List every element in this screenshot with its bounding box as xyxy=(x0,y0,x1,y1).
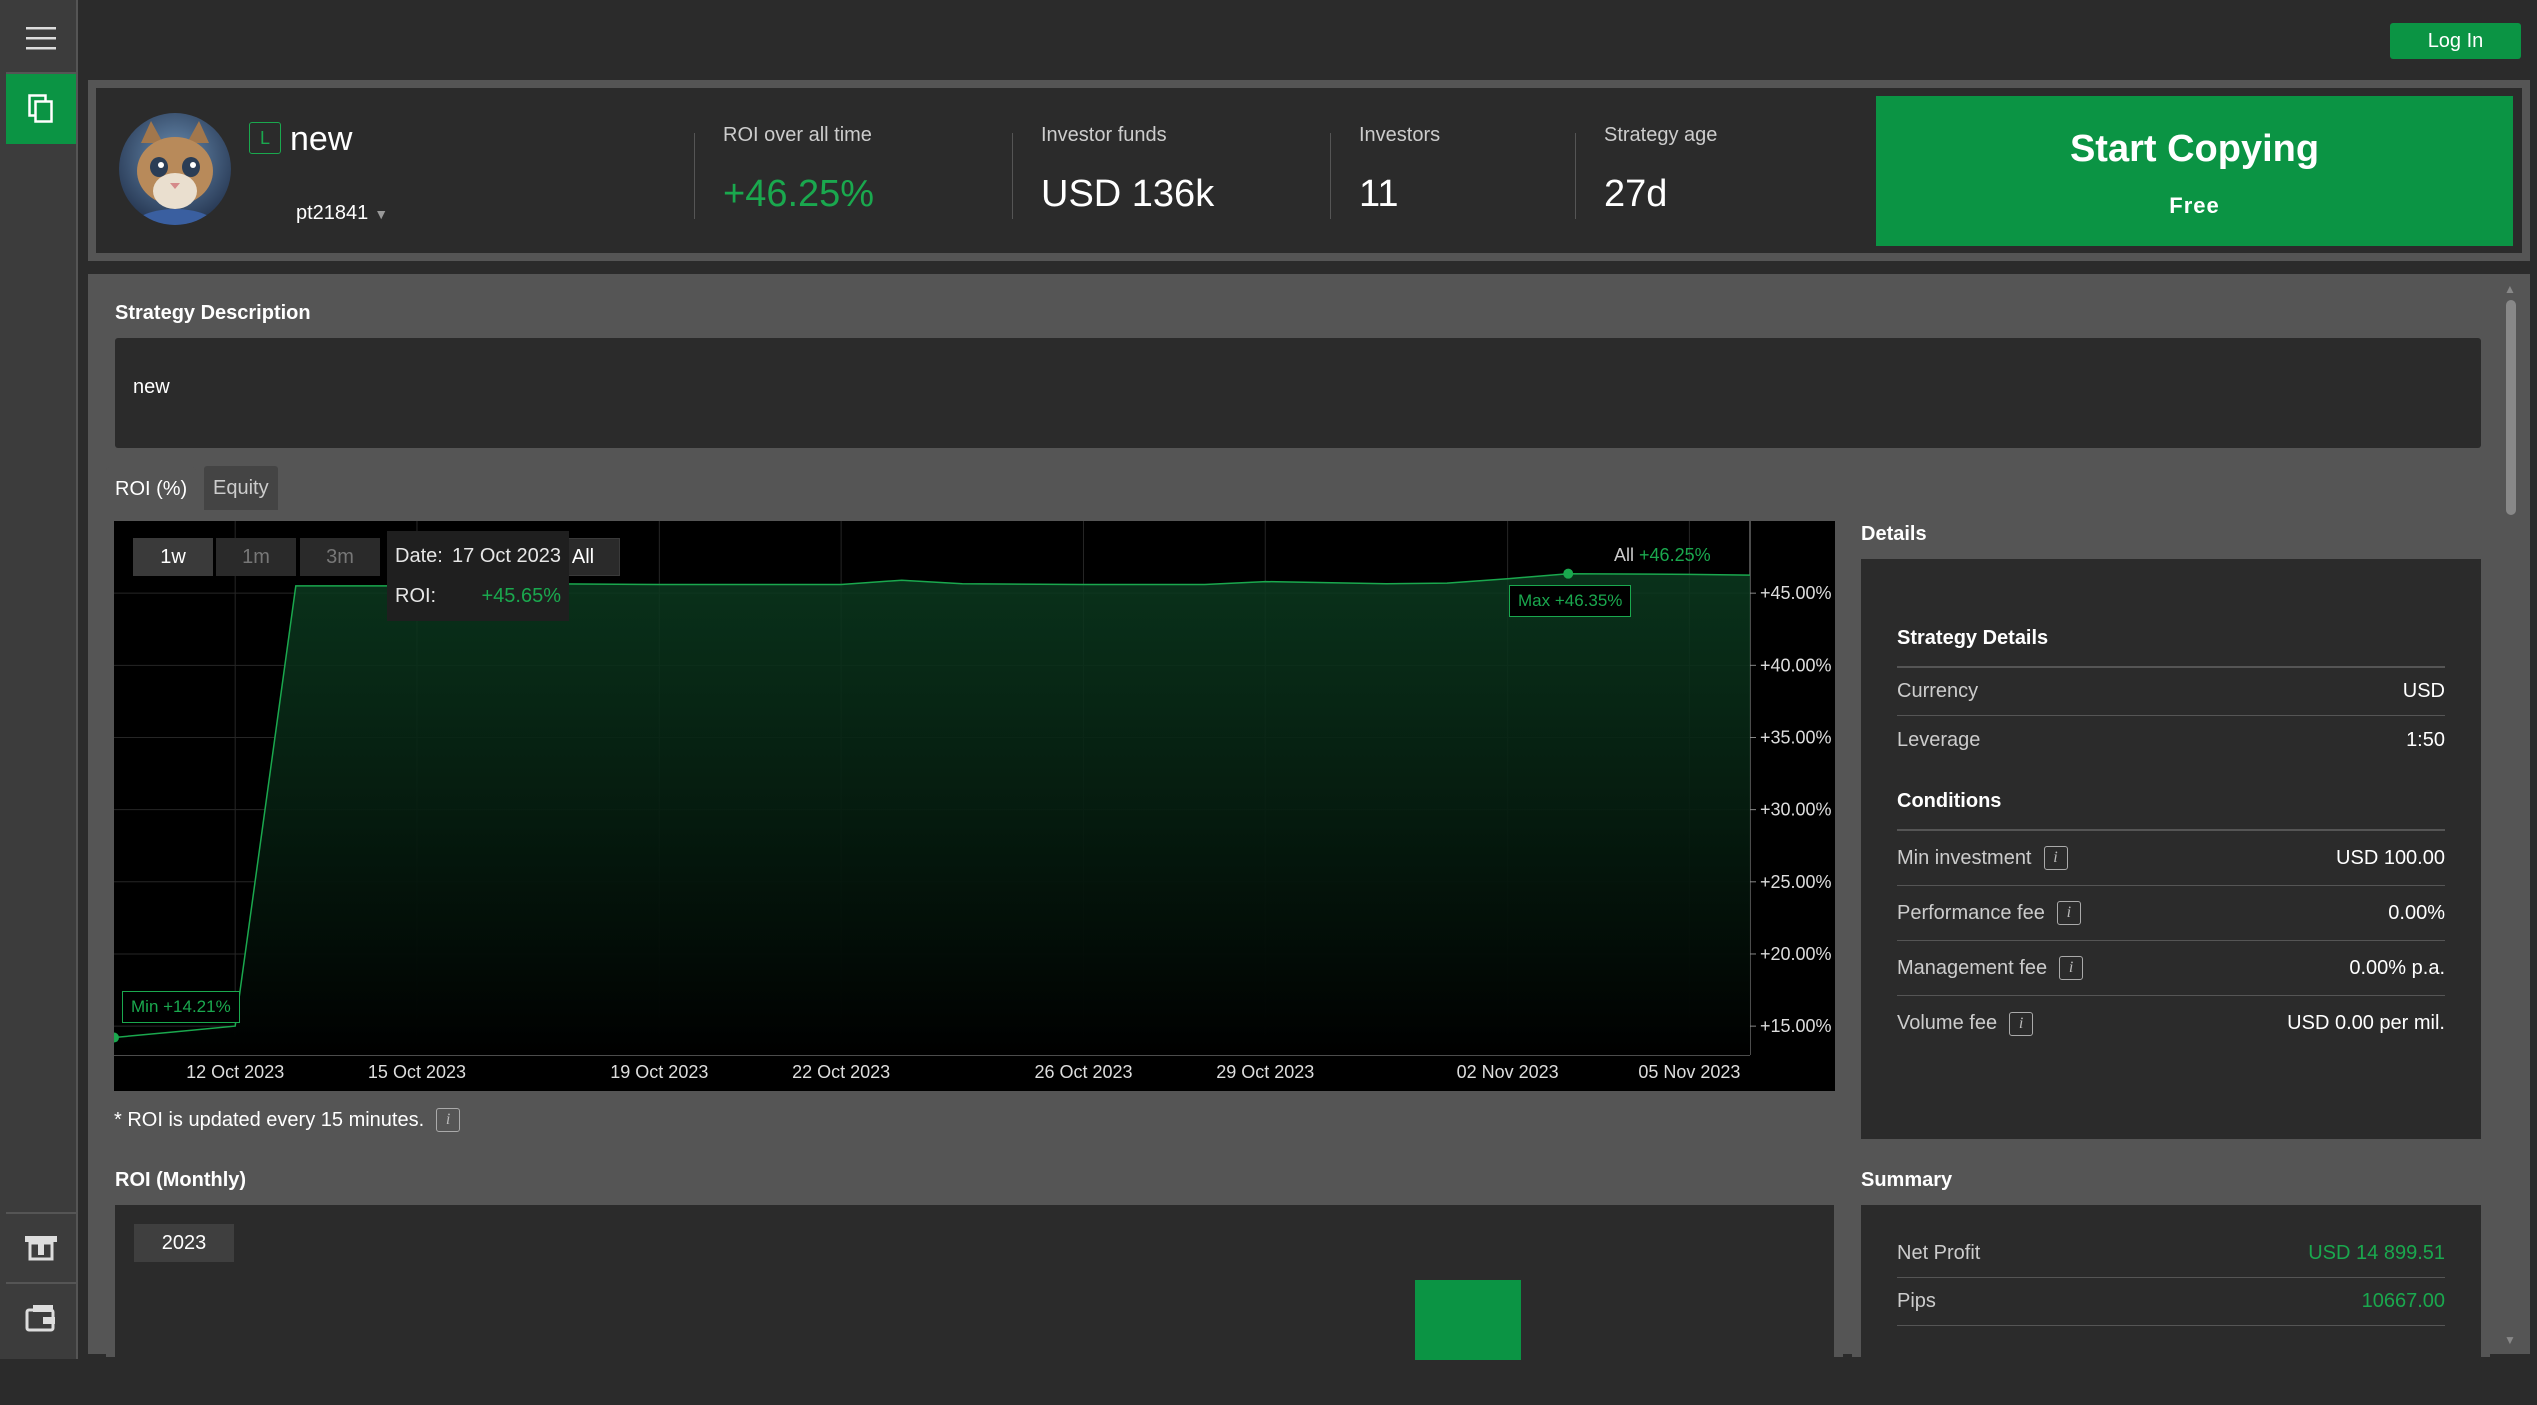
monthly-roi-title: ROI (Monthly) xyxy=(115,1169,247,1191)
range-1w[interactable]: 1w xyxy=(133,538,213,576)
y-tick-label: +45.00% xyxy=(1760,583,1832,603)
y-tick-label: +25.00% xyxy=(1760,872,1832,892)
login-button[interactable]: Log In xyxy=(2390,23,2521,59)
roi-area xyxy=(114,573,1750,1055)
x-tick-label: 29 Oct 2023 xyxy=(1216,1062,1314,1082)
description-title: Strategy Description xyxy=(115,302,311,324)
min-label: Min +14.21% xyxy=(122,991,240,1023)
level-badge: L xyxy=(249,122,281,154)
x-tick-label: 26 Oct 2023 xyxy=(1034,1062,1132,1082)
info-icon[interactable]: i xyxy=(436,1108,461,1132)
description-text: new xyxy=(115,338,2481,448)
user-selector[interactable]: pt21841 ▼ xyxy=(296,202,388,225)
scrollbar[interactable]: ▲ ▼ xyxy=(2500,282,2520,1347)
topbar xyxy=(86,0,2537,78)
monthly-bar xyxy=(1415,1280,1521,1360)
x-tick-label: 05 Nov 2023 xyxy=(1638,1062,1740,1082)
sidebar xyxy=(0,0,78,1359)
atm-button[interactable] xyxy=(6,1212,76,1282)
year-selector[interactable]: 2023 xyxy=(134,1224,234,1262)
tab-equity[interactable]: Equity xyxy=(204,466,278,510)
strategy-name: new xyxy=(290,120,353,158)
x-tick-label: 12 Oct 2023 xyxy=(186,1062,284,1082)
copy-icon xyxy=(28,94,53,123)
stat-investors: Investors 11 xyxy=(1359,124,1441,215)
user-id: pt21841 xyxy=(296,202,369,224)
summary-row-pips: Pips 10667.00 xyxy=(1897,1278,2445,1326)
range-1m[interactable]: 1m xyxy=(216,538,296,576)
copy-strategies-button[interactable] xyxy=(6,74,76,144)
summary-row-net-profit: Net Profit USD 14 899.51 xyxy=(1897,1230,2445,1278)
condition-row-performance-fee: Performance fee i 0.00% xyxy=(1897,886,2445,941)
strategy-details-title: Strategy Details xyxy=(1897,627,2445,668)
y-tick-label: +20.00% xyxy=(1760,944,1832,964)
stat-roi: ROI over all time +46.25% xyxy=(723,124,875,215)
x-tick-label: 02 Nov 2023 xyxy=(1457,1062,1559,1082)
monthly-roi-panel: ROI (Monthly) 2023 xyxy=(106,1157,1843,1405)
range-3m[interactable]: 3m xyxy=(300,538,380,576)
max-point xyxy=(1563,568,1574,579)
avatar xyxy=(119,113,231,225)
condition-row-management-fee: Management fee i 0.00% p.a. xyxy=(1897,941,2445,996)
detail-row-leverage: Leverage 1:50 xyxy=(1897,728,2445,751)
menu-button[interactable] xyxy=(6,4,76,74)
tab-roi[interactable]: ROI (%) xyxy=(106,467,197,511)
strategy-header: L new pt21841 ▼ ROI over all time +46.25%… xyxy=(88,80,2530,261)
description-panel: Strategy Description new xyxy=(106,292,2490,456)
condition-row-min-investment: Min investment i USD 100.00 xyxy=(1897,831,2445,886)
roi-chart: 12 Oct 2023 15 Oct 2023 19 Oct 2023 22 Oct … xyxy=(114,521,1835,1091)
caret-down-icon: ▼ xyxy=(374,206,389,222)
atm-icon xyxy=(25,1236,57,1261)
start-copying-button[interactable]: Start Copying Free xyxy=(1876,96,2513,246)
y-tick-label: +15.00% xyxy=(1760,1016,1832,1036)
wallet-button[interactable] xyxy=(6,1282,76,1352)
summary-title: Summary xyxy=(1861,1169,1953,1191)
roi-chart-panel: 12 Oct 2023 15 Oct 2023 19 Oct 2023 22 Oct … xyxy=(106,511,1843,1147)
roi-footnote: * ROI is updated every 15 minutes. i xyxy=(114,1108,461,1132)
summary-panel: Summary Net Profit USD 14 899.51 Pips 1066… xyxy=(1852,1157,2490,1405)
info-icon[interactable]: i xyxy=(2056,901,2081,925)
hamburger-icon xyxy=(26,27,56,50)
details-panel: Details Strategy Details Currency USD Lev… xyxy=(1852,511,2490,1147)
condition-row-volume-fee: Volume fee i USD 0.00 per mil. xyxy=(1897,1011,2445,1036)
details-title: Details xyxy=(1861,523,1927,545)
wallet-icon xyxy=(25,1305,55,1332)
y-tick-label: +40.00% xyxy=(1760,655,1832,675)
max-label: Max +46.35% xyxy=(1509,585,1632,617)
x-tick-label: 22 Oct 2023 xyxy=(792,1062,890,1082)
conditions-title: Conditions xyxy=(1897,790,2445,831)
x-tick-label: 15 Oct 2023 xyxy=(368,1062,466,1082)
x-tick-label: 19 Oct 2023 xyxy=(610,1062,708,1082)
info-icon[interactable]: i xyxy=(2059,956,2084,980)
stat-strategy-age: Strategy age 27d xyxy=(1604,124,1718,215)
info-icon[interactable]: i xyxy=(2009,1011,2034,1036)
chart-tooltip: Date: 17 Oct 2023 ROI: +45.65% xyxy=(387,531,569,621)
y-tick-label: +35.00% xyxy=(1760,727,1832,747)
y-tick-label: +30.00% xyxy=(1760,800,1832,820)
stat-investor-funds: Investor funds USD 136k xyxy=(1041,124,1215,215)
info-icon[interactable]: i xyxy=(2043,846,2068,870)
detail-row-currency: Currency USD xyxy=(1897,668,2445,716)
chart-summary: All +46.25% xyxy=(1614,545,1711,565)
